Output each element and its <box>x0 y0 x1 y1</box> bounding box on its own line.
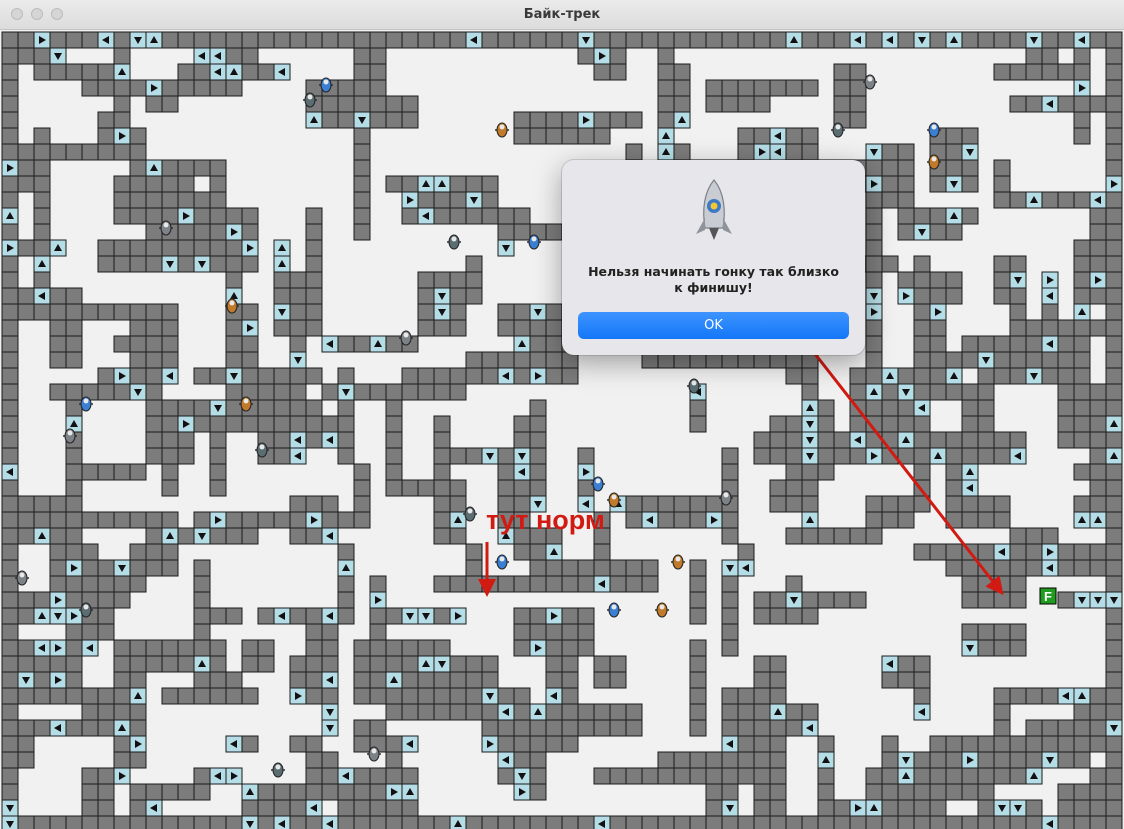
alert-message: Нельзя начинать гонку так близко к финиш… <box>582 264 845 296</box>
finish-label: F <box>1044 589 1052 604</box>
alert-message-line2: к финишу! <box>674 280 753 295</box>
annotation-text: тут норм <box>486 505 605 535</box>
window-title: Байк-трек <box>523 7 601 22</box>
game-board[interactable]: F <box>0 30 1124 829</box>
window-titlebar: Байк-трек <box>0 0 1124 30</box>
alert-dialog: Нельзя начинать гонку так близко к финиш… <box>562 160 865 355</box>
rocket-icon <box>696 179 732 240</box>
ok-button[interactable]: OK <box>578 312 849 339</box>
alert-message-line1: Нельзя начинать гонку так близко <box>588 264 839 279</box>
finish-marker: F <box>1039 587 1057 605</box>
